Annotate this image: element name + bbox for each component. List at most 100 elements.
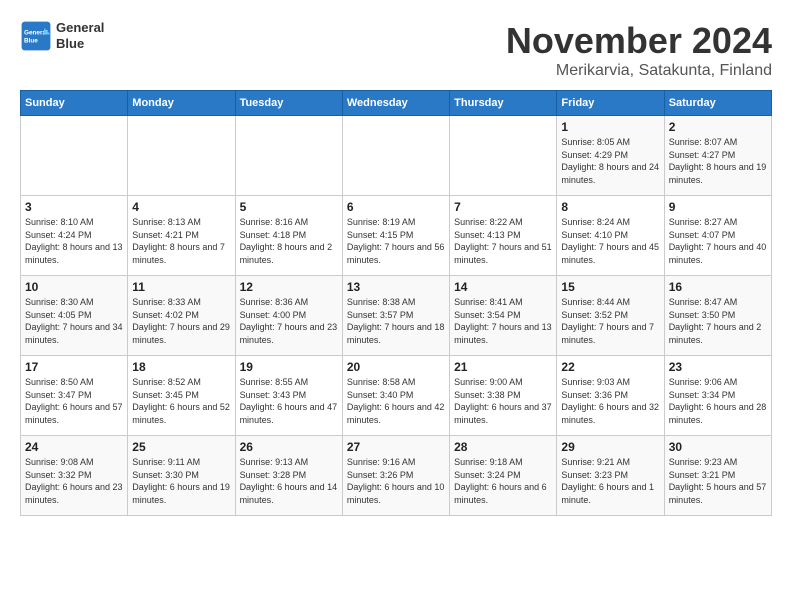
day-number: 6 [347, 200, 445, 214]
weekday-header: Thursday [450, 91, 557, 116]
day-info: Sunrise: 8:22 AM Sunset: 4:13 PM Dayligh… [454, 216, 552, 266]
calendar-cell: 22 Sunrise: 9:03 AM Sunset: 3:36 PM Dayli… [557, 356, 664, 436]
day-number: 23 [669, 360, 767, 374]
calendar-body: 1Sunrise: 8:05 AM Sunset: 4:29 PM Daylig… [21, 116, 772, 516]
calendar-cell: 5Sunrise: 8:16 AM Sunset: 4:18 PM Daylig… [235, 196, 342, 276]
day-number: 26 [240, 440, 338, 454]
day-info: Sunrise: 8:47 AM Sunset: 3:50 PM Dayligh… [669, 296, 767, 346]
day-info: Sunrise: 8:38 AM Sunset: 3:57 PM Dayligh… [347, 296, 445, 346]
day-info: Sunrise: 8:41 AM Sunset: 3:54 PM Dayligh… [454, 296, 552, 346]
day-number: 8 [561, 200, 659, 214]
day-info: Sunrise: 8:13 AM Sunset: 4:21 PM Dayligh… [132, 216, 230, 266]
day-info: Sunrise: 9:16 AM Sunset: 3:26 PM Dayligh… [347, 456, 445, 506]
calendar-cell: 10 Sunrise: 8:30 AM Sunset: 4:05 PM Dayli… [21, 276, 128, 356]
day-number: 19 [240, 360, 338, 374]
day-info: Sunrise: 8:24 AM Sunset: 4:10 PM Dayligh… [561, 216, 659, 266]
day-info: Sunrise: 8:33 AM Sunset: 4:02 PM Dayligh… [132, 296, 230, 346]
day-info: Sunrise: 8:58 AM Sunset: 3:40 PM Dayligh… [347, 376, 445, 426]
calendar-cell: 25 Sunrise: 9:11 AM Sunset: 3:30 PM Dayli… [128, 436, 235, 516]
weekday-header: Saturday [664, 91, 771, 116]
day-info: Sunrise: 9:13 AM Sunset: 3:28 PM Dayligh… [240, 456, 338, 506]
calendar-cell: 8 Sunrise: 8:24 AM Sunset: 4:10 PM Daylig… [557, 196, 664, 276]
calendar-cell: 4Sunrise: 8:13 AM Sunset: 4:21 PM Daylig… [128, 196, 235, 276]
day-number: 3 [25, 200, 123, 214]
calendar-cell: 27 Sunrise: 9:16 AM Sunset: 3:26 PM Dayli… [342, 436, 449, 516]
calendar-cell: 16Sunrise: 8:47 AM Sunset: 3:50 PM Dayli… [664, 276, 771, 356]
day-info: Sunrise: 9:21 AM Sunset: 3:23 PM Dayligh… [561, 456, 659, 506]
calendar-cell: 18 Sunrise: 8:52 AM Sunset: 3:45 PM Dayli… [128, 356, 235, 436]
weekday-header: Wednesday [342, 91, 449, 116]
logo: General Blue General Blue [20, 20, 104, 52]
calendar-table: SundayMondayTuesdayWednesdayThursdayFrid… [20, 90, 772, 516]
day-number: 21 [454, 360, 552, 374]
calendar-cell [21, 116, 128, 196]
day-number: 25 [132, 440, 230, 454]
day-info: Sunrise: 8:05 AM Sunset: 4:29 PM Dayligh… [561, 136, 659, 186]
day-info: Sunrise: 8:52 AM Sunset: 3:45 PM Dayligh… [132, 376, 230, 426]
day-info: Sunrise: 9:11 AM Sunset: 3:30 PM Dayligh… [132, 456, 230, 506]
weekday-header: Tuesday [235, 91, 342, 116]
calendar-week-row: 10 Sunrise: 8:30 AM Sunset: 4:05 PM Dayli… [21, 276, 772, 356]
day-info: Sunrise: 9:08 AM Sunset: 3:32 PM Dayligh… [25, 456, 123, 506]
calendar-cell: 12Sunrise: 8:36 AM Sunset: 4:00 PM Dayli… [235, 276, 342, 356]
calendar-cell: 13 Sunrise: 8:38 AM Sunset: 3:57 PM Dayli… [342, 276, 449, 356]
day-number: 13 [347, 280, 445, 294]
calendar-cell: 20 Sunrise: 8:58 AM Sunset: 3:40 PM Dayli… [342, 356, 449, 436]
day-info: Sunrise: 9:00 AM Sunset: 3:38 PM Dayligh… [454, 376, 552, 426]
day-number: 15 [561, 280, 659, 294]
calendar-cell: 3 Sunrise: 8:10 AM Sunset: 4:24 PM Daylig… [21, 196, 128, 276]
weekday-header: Monday [128, 91, 235, 116]
day-info: Sunrise: 8:10 AM Sunset: 4:24 PM Dayligh… [25, 216, 123, 266]
day-number: 20 [347, 360, 445, 374]
page-header: General Blue General Blue November 2024 … [20, 20, 772, 80]
day-number: 10 [25, 280, 123, 294]
calendar-cell: 7Sunrise: 8:22 AM Sunset: 4:13 PM Daylig… [450, 196, 557, 276]
calendar-cell: 26 Sunrise: 9:13 AM Sunset: 3:28 PM Dayli… [235, 436, 342, 516]
calendar-header-row: SundayMondayTuesdayWednesdayThursdayFrid… [21, 91, 772, 116]
day-info: Sunrise: 9:06 AM Sunset: 3:34 PM Dayligh… [669, 376, 767, 426]
day-info: Sunrise: 9:23 AM Sunset: 3:21 PM Dayligh… [669, 456, 767, 506]
calendar-cell: 1Sunrise: 8:05 AM Sunset: 4:29 PM Daylig… [557, 116, 664, 196]
logo-text: General Blue [56, 20, 104, 51]
weekday-header: Sunday [21, 91, 128, 116]
title-area: November 2024 Merikarvia, Satakunta, Fin… [506, 20, 772, 80]
calendar-week-row: 17Sunrise: 8:50 AM Sunset: 3:47 PM Dayli… [21, 356, 772, 436]
day-number: 29 [561, 440, 659, 454]
calendar-cell: 23 Sunrise: 9:06 AM Sunset: 3:34 PM Dayli… [664, 356, 771, 436]
calendar-cell [128, 116, 235, 196]
calendar-cell: 11 Sunrise: 8:33 AM Sunset: 4:02 PM Dayli… [128, 276, 235, 356]
day-number: 14 [454, 280, 552, 294]
day-number: 30 [669, 440, 767, 454]
calendar-week-row: 3 Sunrise: 8:10 AM Sunset: 4:24 PM Daylig… [21, 196, 772, 276]
calendar-cell: 29 Sunrise: 9:21 AM Sunset: 3:23 PM Dayli… [557, 436, 664, 516]
calendar-cell: 28Sunrise: 9:18 AM Sunset: 3:24 PM Dayli… [450, 436, 557, 516]
calendar-cell: 6Sunrise: 8:19 AM Sunset: 4:15 PM Daylig… [342, 196, 449, 276]
month-title: November 2024 [506, 20, 772, 62]
calendar-cell: 30 Sunrise: 9:23 AM Sunset: 3:21 PM Dayli… [664, 436, 771, 516]
calendar-cell: 9Sunrise: 8:27 AM Sunset: 4:07 PM Daylig… [664, 196, 771, 276]
calendar-week-row: 24 Sunrise: 9:08 AM Sunset: 3:32 PM Dayli… [21, 436, 772, 516]
day-info: Sunrise: 8:27 AM Sunset: 4:07 PM Dayligh… [669, 216, 767, 266]
calendar-cell [450, 116, 557, 196]
weekday-header: Friday [557, 91, 664, 116]
location-title: Merikarvia, Satakunta, Finland [506, 62, 772, 80]
day-number: 12 [240, 280, 338, 294]
day-info: Sunrise: 8:44 AM Sunset: 3:52 PM Dayligh… [561, 296, 659, 346]
calendar-cell [235, 116, 342, 196]
day-number: 11 [132, 280, 230, 294]
day-info: Sunrise: 8:07 AM Sunset: 4:27 PM Dayligh… [669, 136, 767, 186]
day-number: 18 [132, 360, 230, 374]
day-info: Sunrise: 8:55 AM Sunset: 3:43 PM Dayligh… [240, 376, 338, 426]
day-number: 2 [669, 120, 767, 134]
day-number: 27 [347, 440, 445, 454]
calendar-cell: 15 Sunrise: 8:44 AM Sunset: 3:52 PM Dayli… [557, 276, 664, 356]
day-info: Sunrise: 9:03 AM Sunset: 3:36 PM Dayligh… [561, 376, 659, 426]
calendar-cell [342, 116, 449, 196]
day-info: Sunrise: 8:30 AM Sunset: 4:05 PM Dayligh… [25, 296, 123, 346]
calendar-cell: 19 Sunrise: 8:55 AM Sunset: 3:43 PM Dayli… [235, 356, 342, 436]
day-number: 24 [25, 440, 123, 454]
day-number: 22 [561, 360, 659, 374]
day-info: Sunrise: 8:16 AM Sunset: 4:18 PM Dayligh… [240, 216, 338, 266]
logo-icon: General Blue [20, 20, 52, 52]
day-info: Sunrise: 9:18 AM Sunset: 3:24 PM Dayligh… [454, 456, 552, 506]
